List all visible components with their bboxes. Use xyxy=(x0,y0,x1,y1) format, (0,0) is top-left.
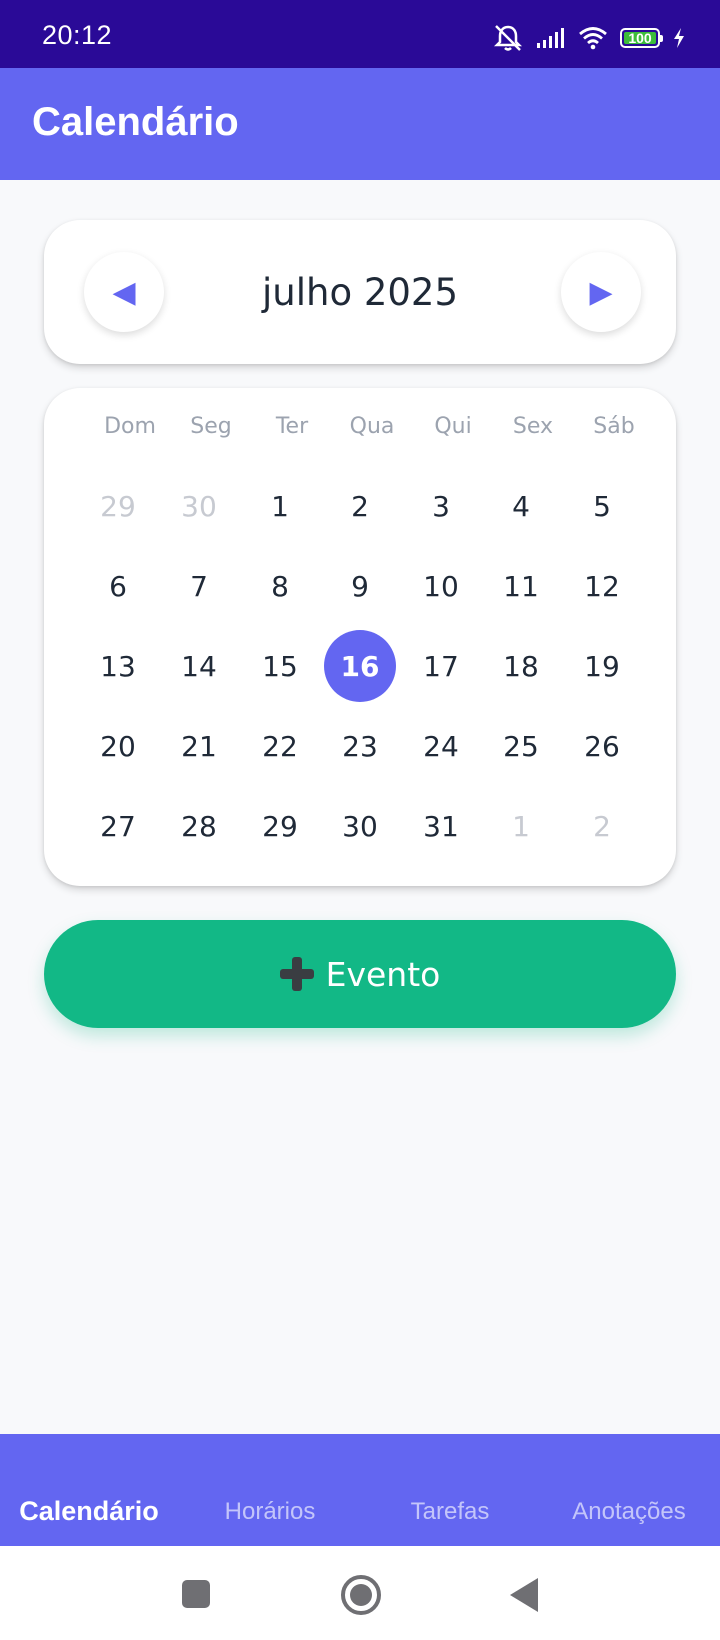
add-event-button[interactable]: Evento xyxy=(44,920,676,1028)
day-cell[interactable]: 30 xyxy=(163,470,235,542)
weekday-label: Sáb xyxy=(593,414,635,439)
day-cell[interactable]: 21 xyxy=(163,710,235,782)
recents-button[interactable] xyxy=(176,1574,216,1614)
day-cell[interactable]: 20 xyxy=(82,710,154,782)
day-cell[interactable]: 19 xyxy=(566,630,638,702)
day-cell[interactable]: 4 xyxy=(485,470,557,542)
home-button[interactable] xyxy=(340,1574,381,1615)
back-button[interactable] xyxy=(504,1574,544,1614)
tab-anotacoes[interactable]: Anotações xyxy=(572,1498,685,1526)
day-cell[interactable]: 10 xyxy=(405,550,477,622)
weekday-label: Seg xyxy=(190,414,232,439)
status-bar: 20:12 100 xyxy=(0,0,720,68)
day-cell[interactable]: 31 xyxy=(405,790,477,862)
day-cell[interactable]: 13 xyxy=(82,630,154,702)
calendar-grid: Dom Seg Ter Qua Qui Sex Sáb 29 30 1 2 3 4 5 6 7 8 9 10 11 12… xyxy=(44,388,676,886)
weekday-label: Qui xyxy=(434,414,472,439)
day-cell[interactable]: 1 xyxy=(485,790,557,862)
day-cell[interactable]: 29 xyxy=(82,470,154,542)
day-cell[interactable]: 11 xyxy=(485,550,557,622)
weekday-label: Qua xyxy=(349,414,395,439)
day-cell[interactable]: 27 xyxy=(82,790,154,862)
wifi-icon xyxy=(579,27,607,50)
chevron-left-icon: ◀ xyxy=(112,274,136,310)
system-nav-bar xyxy=(0,1546,720,1640)
prev-month-button[interactable]: ◀ xyxy=(84,252,164,332)
battery-level: 100 xyxy=(628,30,652,46)
day-cell[interactable]: 25 xyxy=(485,710,557,782)
day-cell[interactable]: 5 xyxy=(566,470,638,542)
day-cell[interactable]: 8 xyxy=(244,550,316,622)
day-cell[interactable]: 18 xyxy=(485,630,557,702)
day-cell[interactable]: 2 xyxy=(324,470,396,542)
day-cell[interactable]: 2 xyxy=(566,790,638,862)
next-month-button[interactable]: ▶ xyxy=(561,252,641,332)
day-cell[interactable]: 6 xyxy=(82,550,154,622)
day-cell[interactable]: 9 xyxy=(324,550,396,622)
day-cell[interactable]: 12 xyxy=(566,550,638,622)
add-event-label: Evento xyxy=(325,954,441,994)
app-bar: Calendário xyxy=(0,68,720,180)
plus-icon xyxy=(279,957,314,991)
tab-horarios[interactable]: Horários xyxy=(225,1498,316,1526)
bottom-tab-bar: Calendário Horários Tarefas Anotações xyxy=(0,1434,720,1546)
day-cell-selected[interactable]: 16 xyxy=(324,630,396,702)
charging-icon xyxy=(674,28,684,48)
day-cell[interactable]: 15 xyxy=(244,630,316,702)
day-cell[interactable]: 22 xyxy=(244,710,316,782)
weekday-label: Ter xyxy=(275,414,309,439)
page-title: Calendário xyxy=(32,100,239,144)
tab-calendario[interactable]: Calendário xyxy=(19,1496,159,1527)
mute-icon xyxy=(493,25,523,51)
day-cell[interactable]: 3 xyxy=(405,470,477,542)
status-icons: 100 xyxy=(492,22,686,54)
day-cell[interactable]: 26 xyxy=(566,710,638,782)
weekday-label: Sex xyxy=(512,414,554,439)
day-cell[interactable]: 1 xyxy=(244,470,316,542)
day-cell[interactable]: 24 xyxy=(405,710,477,782)
signal-icon xyxy=(537,28,564,48)
status-time: 20:12 xyxy=(42,20,113,50)
day-cell[interactable]: 7 xyxy=(163,550,235,622)
day-cell[interactable]: 30 xyxy=(324,790,396,862)
day-cell[interactable]: 28 xyxy=(163,790,235,862)
chevron-right-icon: ▶ xyxy=(589,274,613,310)
day-cell[interactable]: 17 xyxy=(405,630,477,702)
battery-icon: 100 xyxy=(620,28,663,48)
tab-tarefas[interactable]: Tarefas xyxy=(411,1498,490,1526)
day-cell[interactable]: 14 xyxy=(163,630,235,702)
day-cell[interactable]: 29 xyxy=(244,790,316,862)
weekday-label: Dom xyxy=(104,414,156,439)
day-cell[interactable]: 23 xyxy=(324,710,396,782)
month-nav-card: julho 2025 ◀ ▶ xyxy=(44,220,676,364)
